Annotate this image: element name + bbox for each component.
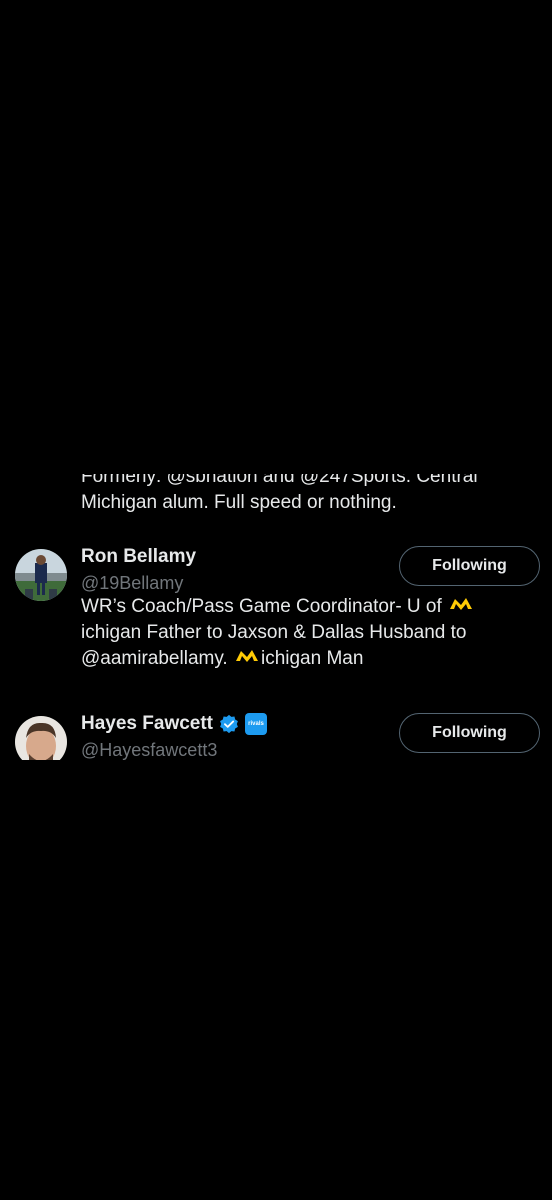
verified-badge-icon — [220, 714, 238, 734]
bio-text-4: ichigan Man — [260, 648, 364, 669]
bio-text-2: ichigan Father to Jaxson & Dallas Husban… — [81, 622, 467, 643]
previous-bio-line-2: Michigan alum. Full speed or nothing. — [81, 492, 397, 513]
previous-bio-line-1: Formerly: @sbnation and @247Sports. Cent… — [81, 474, 478, 487]
screen: Formerly: @sbnation and @247Sports. Cent… — [0, 0, 552, 1200]
affiliate-badge[interactable]: rivals — [245, 713, 268, 735]
user-handle[interactable]: @19Bellamy — [81, 571, 183, 595]
following-list: Formerly: @sbnation and @247Sports. Cent… — [0, 474, 552, 760]
bio-text-1: WR’s Coach/Pass Game Coordinator- U of — [81, 596, 448, 617]
name-line: Hayes Fawcett rivals — [81, 711, 268, 737]
block-m-icon — [235, 650, 258, 662]
name-line: Ron Bellamy — [81, 544, 196, 570]
display-name[interactable]: Ron Bellamy — [81, 544, 196, 570]
block-m-icon — [450, 598, 473, 610]
display-name[interactable]: Hayes Fawcett — [81, 711, 213, 737]
user-handle[interactable]: @Hayesfawcett3 — [81, 738, 217, 760]
following-button[interactable]: Following — [399, 713, 540, 753]
avatar[interactable] — [15, 549, 67, 601]
previous-user-bio: Formerly: @sbnation and @247Sports. Cent… — [81, 474, 521, 516]
user-bio: WR’s Coach/Pass Game Coordinator- U of i… — [81, 594, 521, 672]
bio-mention[interactable]: @aamirabellamy. — [81, 648, 233, 669]
avatar[interactable] — [15, 716, 67, 760]
following-button[interactable]: Following — [399, 546, 540, 586]
